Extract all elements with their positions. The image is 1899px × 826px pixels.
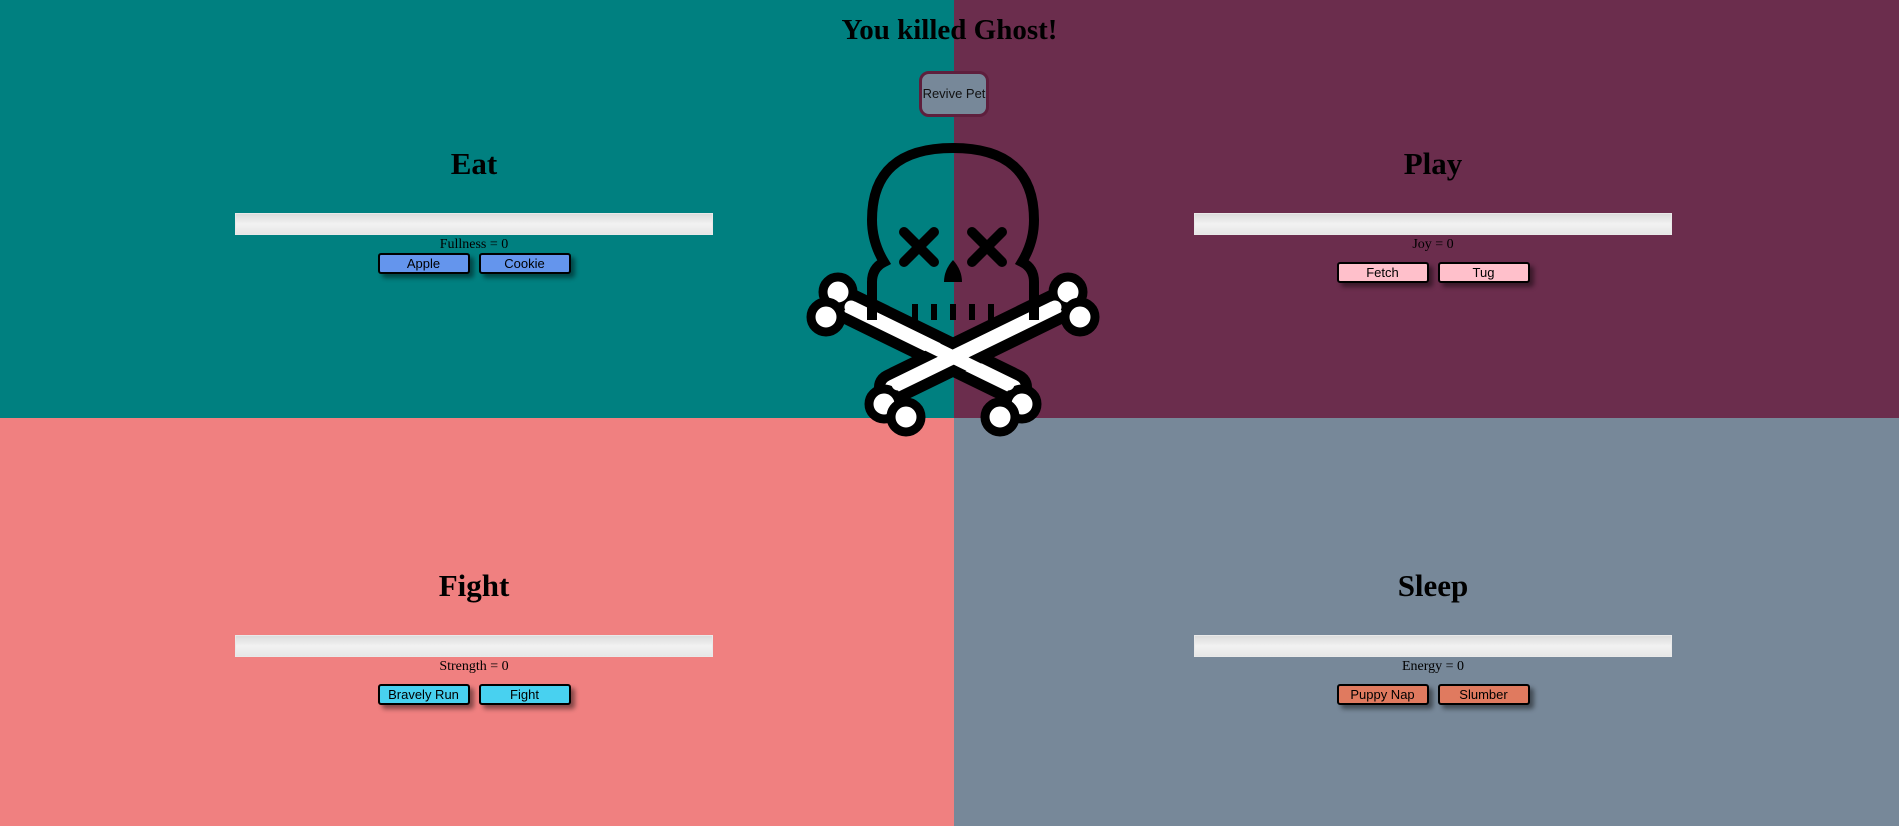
play-panel: Play Joy = 0 Fetch Tug: [1193, 146, 1673, 283]
joy-bar: [1194, 213, 1672, 235]
fight-button[interactable]: Fight: [478, 684, 571, 705]
strength-bar: [235, 635, 713, 657]
puppy-nap-button[interactable]: Puppy Nap: [1336, 684, 1429, 705]
apple-button[interactable]: Apple: [377, 253, 470, 274]
strength-stat: Strength = 0: [439, 659, 509, 674]
energy-stat: Energy = 0: [1401, 659, 1465, 674]
eat-heading: Eat: [450, 146, 498, 181]
fullness-stat: Fullness = 0: [439, 237, 509, 252]
fetch-button[interactable]: Fetch: [1336, 262, 1429, 283]
bravely-run-button[interactable]: Bravely Run: [377, 684, 470, 705]
sleep-panel: Sleep Energy = 0 Puppy Nap Slumber: [1193, 568, 1673, 705]
skull-icon: [866, 142, 1040, 320]
sleep-heading: Sleep: [1397, 568, 1469, 603]
play-heading: Play: [1403, 146, 1463, 181]
energy-bar: [1194, 635, 1672, 657]
slumber-button[interactable]: Slumber: [1437, 684, 1530, 705]
tug-button[interactable]: Tug: [1437, 262, 1530, 283]
fight-heading: Fight: [438, 568, 510, 603]
joy-stat: Joy = 0: [1412, 237, 1454, 252]
fullness-bar: [235, 213, 713, 235]
revive-pet-button[interactable]: Revive Pet: [919, 71, 989, 117]
fight-panel: Fight Strength = 0 Bravely Run Fight: [234, 568, 714, 705]
game-over-title: You killed Ghost!: [841, 14, 1058, 46]
cookie-button[interactable]: Cookie: [478, 253, 571, 274]
eat-panel: Eat Fullness = 0 Apple Cookie: [234, 146, 714, 274]
skull-crossbones-icon: [806, 142, 1100, 437]
